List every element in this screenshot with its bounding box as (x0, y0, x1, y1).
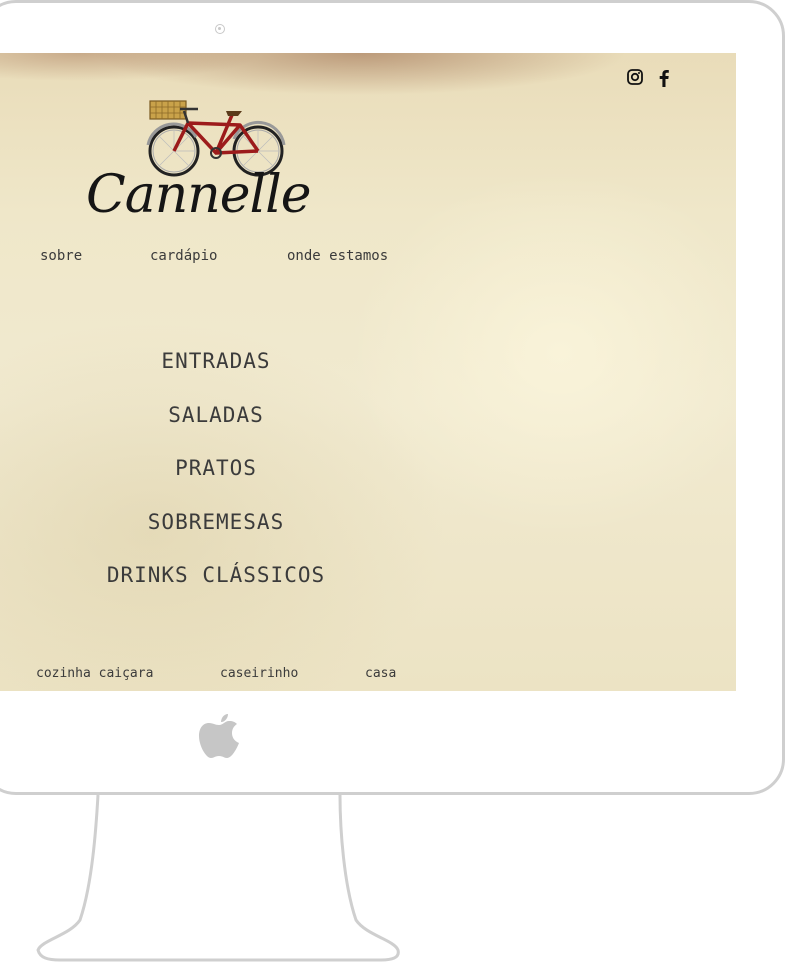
instagram-icon[interactable] (627, 69, 643, 89)
menu-link-saladas[interactable]: SALADAS (0, 403, 432, 427)
facebook-icon[interactable] (658, 69, 670, 91)
apple-logo-icon (199, 714, 239, 758)
menu-link-pratos[interactable]: PRATOS (0, 456, 432, 480)
menu-link-entradas[interactable]: ENTRADAS (0, 349, 432, 373)
nav-link-sobre[interactable]: sobre (40, 248, 82, 264)
menu-link-drinks-classicos[interactable]: DRINKS CLÁSSICOS (0, 563, 432, 587)
webcam-icon (215, 24, 225, 34)
footer-link-caseirinho[interactable]: caseirinho (220, 666, 298, 681)
brand-logo: Cannelle (86, 165, 312, 225)
footer-link-casa[interactable]: casa (365, 666, 396, 681)
footer-link-cozinha-caicara[interactable]: cozinha caiçara (36, 666, 153, 681)
menu-link-sobremesas[interactable]: SOBREMESAS (0, 510, 432, 534)
monitor-stand (36, 794, 400, 962)
nav-link-cardapio[interactable]: cardápio (150, 248, 217, 264)
nav-link-onde-estamos[interactable]: onde estamos (287, 248, 388, 264)
website-screen: Cannelle sobre cardápio onde estamos ENT… (0, 53, 736, 691)
